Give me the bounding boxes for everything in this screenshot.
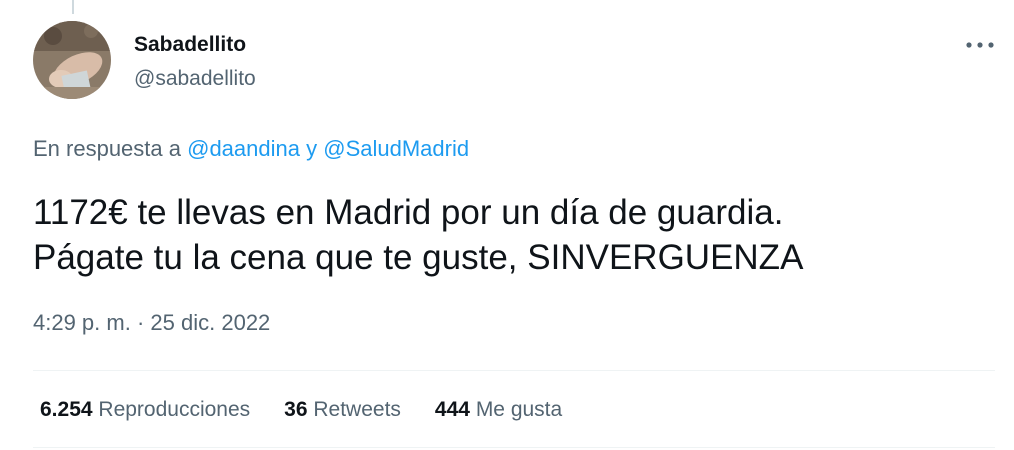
engagement-stats: 6.254 Reproducciones 36 Retweets 444 Me … bbox=[40, 398, 596, 422]
avatar-image bbox=[33, 21, 111, 99]
avatar[interactable] bbox=[33, 21, 111, 99]
views-label: Reproducciones bbox=[98, 398, 251, 421]
tweet-line-2: Págate tu la cena que te guste, SINVERGU… bbox=[33, 238, 804, 277]
more-options-icon bbox=[966, 42, 994, 48]
thread-line bbox=[72, 0, 74, 14]
views-count: 6.254 bbox=[40, 398, 93, 421]
mention-saludmadrid[interactable]: @SaludMadrid bbox=[323, 136, 469, 161]
retweets-label: Retweets bbox=[313, 398, 401, 421]
author-name[interactable]: Sabadellito bbox=[134, 33, 246, 57]
tweet-timestamp[interactable]: 4:29 p. m. · 25 dic. 2022 bbox=[33, 310, 270, 336]
likes-stat[interactable]: 444 Me gusta bbox=[435, 398, 562, 422]
tweet-line-1: 1172€ te llevas en Madrid por un día de … bbox=[33, 193, 784, 232]
bottom-divider bbox=[33, 447, 995, 448]
likes-label: Me gusta bbox=[475, 398, 563, 421]
tweet-time: 4:29 p. m. bbox=[33, 310, 131, 335]
reply-context: En respuesta a @daandina y @SaludMadrid bbox=[33, 136, 469, 162]
author-handle[interactable]: @sabadellito bbox=[134, 67, 256, 91]
timestamp-separator: · bbox=[136, 310, 145, 335]
divider bbox=[33, 370, 995, 371]
retweets-stat[interactable]: 36 Retweets bbox=[284, 398, 401, 422]
mention-daandina[interactable]: @daandina bbox=[187, 136, 300, 161]
retweets-count: 36 bbox=[284, 398, 308, 421]
tweet-date: 25 dic. 2022 bbox=[150, 310, 271, 335]
tweet-text: 1172€ te llevas en Madrid por un día de … bbox=[33, 190, 993, 280]
views-stat[interactable]: 6.254 Reproducciones bbox=[40, 398, 250, 422]
reply-prefix: En respuesta a bbox=[33, 136, 181, 161]
reply-connector: y bbox=[306, 136, 318, 161]
more-options-button[interactable] bbox=[960, 30, 1000, 60]
likes-count: 444 bbox=[434, 398, 470, 421]
